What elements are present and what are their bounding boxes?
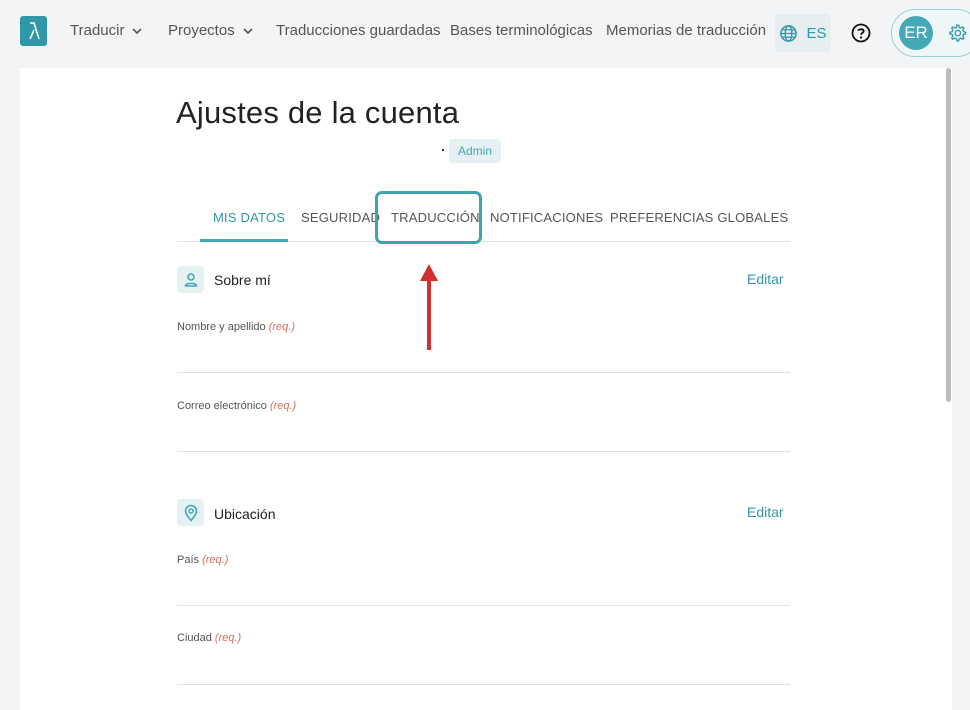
gear-icon[interactable] — [947, 23, 967, 43]
scrollbar[interactable] — [946, 68, 951, 402]
avatar-initials: ER — [904, 23, 928, 42]
field-divider — [177, 451, 790, 452]
nav-saved-label: Traducciones guardadas — [276, 22, 441, 39]
nav-projects-label: Proyectos — [168, 22, 235, 39]
field-label-city: Ciudad (req.) — [177, 632, 241, 644]
field-label-email: Correo electrónico (req.) — [177, 400, 296, 412]
settings-card — [20, 68, 952, 710]
top-navbar: Traducir Proyectos Traducciones guardada… — [0, 0, 970, 66]
person-icon — [184, 272, 197, 287]
tab-my-data[interactable]: MIS DATOS — [213, 210, 285, 225]
help-icon[interactable] — [851, 23, 871, 43]
language-code: ES — [806, 24, 827, 42]
required-marker: (req.) — [202, 554, 229, 566]
tab-security[interactable]: SEGURIDAD — [301, 210, 380, 225]
page-title: Ajustes de la cuenta — [176, 95, 460, 130]
required-marker: (req.) — [269, 400, 297, 412]
required-marker: (req.) — [268, 321, 295, 333]
annotation-arrow-icon — [420, 264, 438, 350]
nav-translate-label: Traducir — [70, 22, 125, 39]
tab-global-preferences[interactable]: PREFERENCIAS GLOBALES — [610, 210, 788, 225]
field-label-country: País (req.) — [177, 554, 228, 566]
user-menu[interactable]: ER — [891, 9, 970, 57]
chevron-down-icon — [132, 27, 143, 34]
nav-termbases-label: Bases terminológicas — [450, 22, 593, 39]
location-pin-icon — [184, 504, 197, 522]
separator-dot — [442, 149, 444, 151]
field-divider — [177, 372, 790, 373]
nav-saved-translations[interactable]: Traducciones guardadas — [276, 22, 441, 39]
globe-icon — [780, 24, 798, 42]
section-title-about: Sobre mí — [214, 272, 271, 288]
nav-termbases[interactable]: Bases terminológicas — [450, 22, 593, 39]
section-icon-location — [177, 499, 204, 526]
field-city-text: Ciudad — [177, 632, 212, 644]
nav-projects[interactable]: Proyectos — [168, 22, 253, 39]
chevron-down-icon — [243, 27, 253, 34]
tab-notifications[interactable]: NOTIFICACIONES — [490, 210, 603, 225]
field-divider — [177, 605, 790, 606]
field-email-text: Correo electrónico — [177, 400, 267, 412]
nav-translation-memories[interactable]: Memorias de traducción — [606, 22, 766, 39]
nav-translate[interactable]: Traducir — [70, 22, 143, 39]
tab-highlight-annotation — [375, 191, 482, 244]
field-country-text: País — [177, 554, 200, 566]
required-marker: (req.) — [214, 632, 242, 644]
avatar[interactable]: ER — [899, 16, 933, 50]
edit-location-link[interactable]: Editar — [747, 504, 784, 520]
app-logo[interactable] — [20, 16, 47, 46]
section-title-location: Ubicación — [214, 506, 276, 522]
section-icon-about — [177, 266, 204, 293]
field-label-name: Nombre y apellido (req.) — [177, 321, 295, 333]
lambda-logo-icon — [28, 22, 40, 40]
active-tab-indicator — [200, 239, 288, 242]
language-selector[interactable]: ES — [775, 14, 831, 52]
edit-about-link[interactable]: Editar — [747, 271, 784, 287]
nav-memories-label: Memorias de traducción — [606, 22, 767, 39]
field-divider — [177, 684, 790, 685]
field-name-text: Nombre y apellido — [177, 321, 266, 333]
role-badge: Admin — [449, 139, 502, 163]
